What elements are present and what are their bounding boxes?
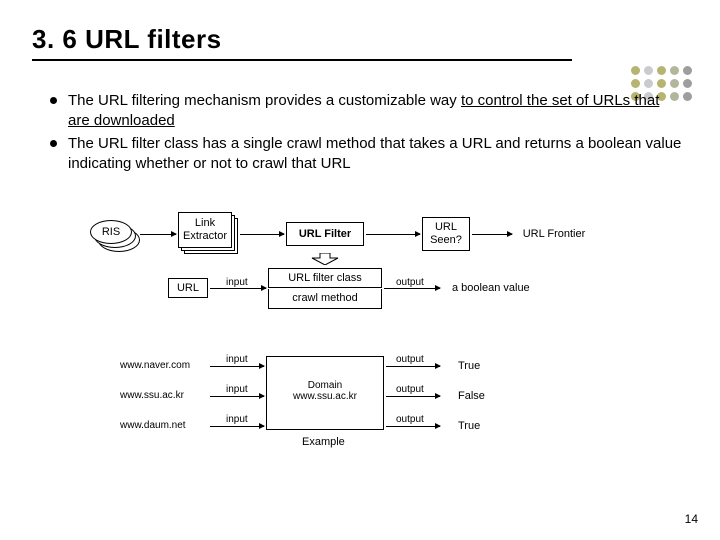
title-rule: [32, 59, 572, 61]
arrow-seen-frontier: [472, 234, 512, 235]
bullet-2: The URL filter class has a single crawl …: [50, 134, 682, 173]
input-label: input: [226, 277, 248, 288]
url-filter-node: URL Filter: [286, 222, 364, 246]
out-1: True: [458, 360, 480, 372]
example-caption: Example: [302, 436, 345, 448]
out-3: True: [458, 420, 480, 432]
bullet-list: The URL filtering mechanism provides a c…: [32, 91, 688, 173]
arrow-filter-seen: [366, 234, 420, 235]
url-seen-node: URL Seen?: [422, 217, 470, 251]
url-box: URL: [168, 278, 208, 298]
arrow-url-input: [210, 288, 266, 289]
ris-node: RIS: [90, 220, 132, 244]
slide-title: 3. 6 URL filters: [32, 24, 688, 55]
domain-label: Domain www.ssu.ac.kr: [286, 376, 364, 406]
output-label: output: [396, 277, 424, 288]
link-extractor-node: Link Extractor: [178, 212, 236, 252]
page-number: 14: [685, 512, 698, 526]
out-2: False: [458, 390, 485, 402]
filter-class-box: URL filter class: [268, 268, 382, 288]
site-2: www.ssu.ac.kr: [120, 390, 184, 401]
site-3: www.daum.net: [120, 420, 186, 431]
arrow-ris-link: [140, 234, 176, 235]
boolean-label: a boolean value: [452, 282, 530, 294]
down-arrow-icon: [310, 252, 340, 264]
arrow-output: [384, 288, 440, 289]
bullet-1: The URL filtering mechanism provides a c…: [50, 91, 682, 130]
arrow-link-filter: [240, 234, 284, 235]
url-frontier-node: URL Frontier: [514, 226, 594, 242]
site-1: www.naver.com: [120, 360, 190, 371]
crawl-method-box: crawl method: [268, 289, 382, 309]
